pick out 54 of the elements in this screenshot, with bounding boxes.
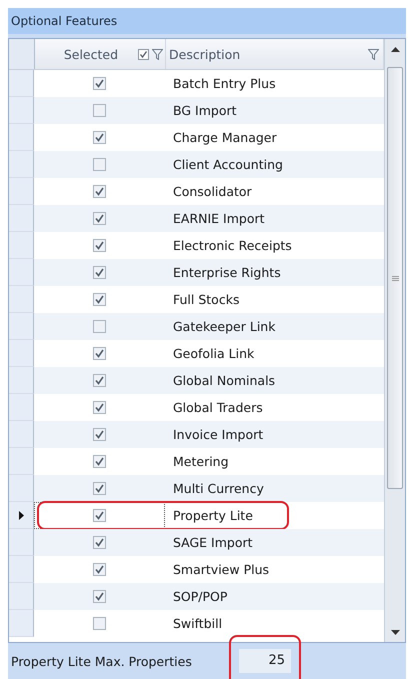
current-row-icon [18,510,24,520]
filter-icon[interactable] [152,48,163,60]
row-selector[interactable] [9,502,34,529]
table-cell: Client Accounting [173,157,283,172]
checkbox[interactable] [93,428,106,441]
checkbox[interactable] [93,617,106,630]
scroll-thumb[interactable] [387,67,403,489]
checkbox[interactable] [93,77,106,90]
table-cell: Swiftbill [173,616,222,631]
column-header[interactable]: Selected [35,39,166,69]
table-cell: SAGE Import [173,535,253,550]
table-cell: Global Traders [173,400,263,415]
table-cell: Smartview Plus [173,562,270,577]
checkbox[interactable] [93,347,106,360]
number-field[interactable]: 25 [239,649,291,673]
checkbox[interactable] [93,482,106,495]
checkbox[interactable] [93,158,106,171]
checkbox[interactable] [93,239,106,252]
table-cell: Electronic Receipts [173,238,292,253]
table-cell: Global Nominals [173,373,276,388]
checkbox[interactable] [93,455,106,468]
table-cell: Batch Entry Plus [173,76,276,91]
table-cell: Geofolia Link [173,346,254,361]
scrollbar[interactable] [384,39,405,642]
table-cell: Consolidator [173,184,252,199]
table-cell: Property Lite [173,508,253,523]
field-label: Property Lite Max. Properties [11,654,193,668]
checkbox[interactable] [93,374,106,387]
checkbox[interactable] [93,212,106,225]
checkbox[interactable] [93,104,106,117]
checkbox[interactable] [93,320,106,333]
checkbox[interactable] [93,131,106,144]
checkbox[interactable] [93,563,106,576]
row-header-corner [9,39,35,69]
table-cell: BG Import [173,103,237,118]
table-cell: Gatekeeper Link [173,319,276,334]
checkbox[interactable] [93,536,106,549]
table-cell: Metering [173,454,229,469]
checkbox[interactable] [93,266,106,279]
checkbox[interactable] [93,401,106,414]
table-cell: Invoice Import [173,427,264,442]
table-cell: Charge Manager [173,130,277,145]
table-cell: Enterprise Rights [173,265,281,280]
panel-title: Optional Features [8,8,406,34]
filter-icon[interactable] [368,48,379,60]
checkbox[interactable] [93,509,106,522]
table-cell: Multi Currency [173,481,264,496]
checkbox[interactable] [93,185,106,198]
checkbox[interactable] [93,590,106,603]
checkbox[interactable] [93,293,106,306]
checkbox-icon[interactable] [138,48,149,60]
table-cell: SOP/POP [173,589,228,604]
table-cell: EARNIE Import [173,211,265,226]
table-cell: Full Stocks [173,292,240,307]
